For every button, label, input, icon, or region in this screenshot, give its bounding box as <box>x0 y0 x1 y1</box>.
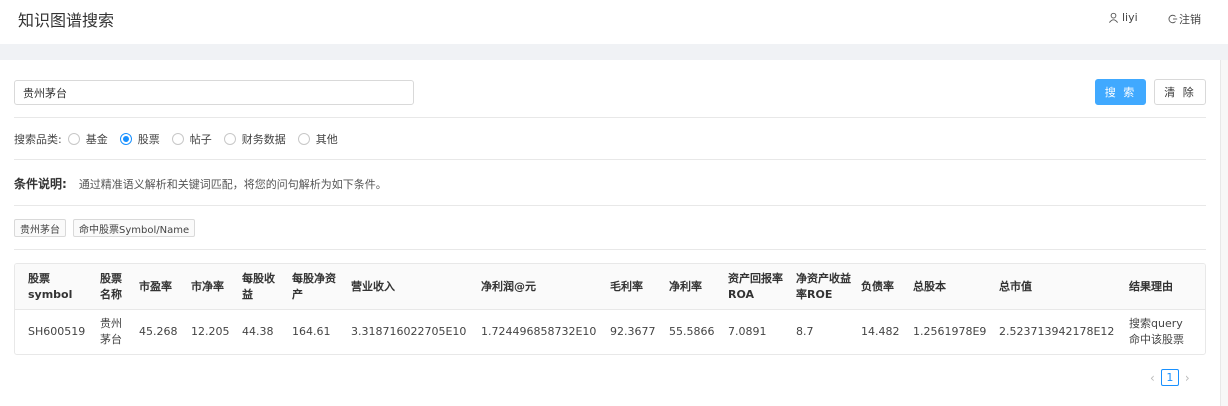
cell-roe: 8.7 <box>796 325 814 338</box>
radio-post[interactable]: 帖子 <box>171 131 212 147</box>
logout-button[interactable]: 注销 <box>1168 11 1201 27</box>
condition-tags: 贵州茅台 命中股票Symbol/Name <box>14 219 196 237</box>
prev-page-icon[interactable]: ‹ <box>1150 371 1155 385</box>
col-header-name: 股票名称 <box>100 272 122 301</box>
user-menu[interactable]: liyi <box>1108 11 1138 24</box>
divider <box>14 117 1206 118</box>
user-icon <box>1109 12 1118 23</box>
radio-stock[interactable]: 股票 <box>119 131 160 147</box>
radio-financial-data[interactable]: 财务数据 <box>223 131 286 147</box>
top-bar: 知识图谱搜索 liyi 注销 <box>0 0 1228 44</box>
condition-title: 条件说明: <box>14 177 67 191</box>
cell-name: 贵州茅台 <box>100 317 122 346</box>
col-header-total-shares: 总股本 <box>913 280 946 293</box>
user-name: liyi <box>1122 11 1138 24</box>
cell-pe: 45.268 <box>139 325 178 338</box>
radio-circle-icon <box>223 133 236 145</box>
category-label: 搜索品类: <box>14 133 62 146</box>
cell-reason: 搜索query命中该股票 <box>1129 317 1184 346</box>
col-header-market-cap: 总市值 <box>999 280 1032 293</box>
tag-stock-name: 贵州茅台 <box>14 219 66 237</box>
next-page-icon[interactable]: › <box>1185 371 1190 385</box>
page-number-current[interactable]: 1 <box>1160 369 1179 386</box>
cell-gross-margin: 92.3677 <box>610 325 656 338</box>
col-header-roe: 净资产收益率ROE <box>796 272 851 301</box>
tag-match-rule: 命中股票Symbol/Name <box>73 219 196 237</box>
divider <box>14 205 1206 206</box>
pagination: ‹ 1 › <box>1150 369 1190 386</box>
cell-symbol: SH600519 <box>28 325 86 338</box>
radio-other[interactable]: 其他 <box>297 131 338 147</box>
logout-icon <box>1168 14 1178 24</box>
radio-circle-checked-icon <box>119 133 132 145</box>
col-header-net-profit: 净利润@元 <box>481 280 536 293</box>
cell-net-profit: 1.724496858732E10 <box>481 325 597 338</box>
divider <box>14 249 1206 250</box>
col-header-reason: 结果理由 <box>1129 280 1173 293</box>
cell-pb: 12.205 <box>191 325 230 338</box>
col-header-pb: 市净率 <box>191 280 224 293</box>
col-header-pe: 市盈率 <box>139 280 172 293</box>
radio-label: 其他 <box>315 133 338 146</box>
cell-eps: 44.38 <box>242 325 274 338</box>
search-button[interactable]: 搜 索 <box>1095 79 1146 105</box>
col-header-eps: 每股收益 <box>242 272 275 301</box>
cell-total-shares: 1.2561978E9 <box>913 325 987 338</box>
condition-description: 条件说明: 通过精准语义解析和关键词匹配，将您的问句解析为如下条件。 <box>14 175 387 192</box>
col-header-revenue: 营业收入 <box>351 280 395 293</box>
divider <box>14 159 1206 160</box>
radio-label: 股票 <box>137 133 160 146</box>
condition-text: 通过精准语义解析和关键词匹配，将您的问句解析为如下条件。 <box>78 177 387 191</box>
col-header-gross-margin: 毛利率 <box>610 280 643 293</box>
radio-label: 财务数据 <box>241 133 286 146</box>
col-header-debt-ratio: 负债率 <box>861 280 894 293</box>
col-header-roa: 资产回报率ROA <box>728 272 783 301</box>
cell-market-cap: 2.523713942178E12 <box>999 325 1115 338</box>
table-header: 股票symbol 股票名称 市盈率 市净率 每股收益 每股净资产 营业收入 净利… <box>15 264 1205 310</box>
search-input[interactable] <box>14 80 414 105</box>
radio-label: 基金 <box>85 133 108 146</box>
radio-circle-icon <box>67 133 80 145</box>
category-radio-group: 搜索品类: 基金 股票 帖子 财务数据 其他 <box>14 131 350 147</box>
radio-label: 帖子 <box>189 133 212 146</box>
cell-roa: 7.0891 <box>728 325 767 338</box>
radio-circle-icon <box>297 133 310 145</box>
col-header-bvps: 每股净资产 <box>292 272 336 301</box>
cell-bvps: 164.61 <box>292 325 331 338</box>
logout-label: 注销 <box>1179 13 1201 26</box>
radio-circle-icon <box>171 133 184 145</box>
cell-net-margin: 55.5866 <box>669 325 715 338</box>
vertical-scrollbar[interactable] <box>1220 60 1228 406</box>
col-header-net-margin: 净利率 <box>669 280 702 293</box>
cell-revenue: 3.318716022705E10 <box>351 325 467 338</box>
col-header-symbol: 股票symbol <box>28 272 73 301</box>
cell-debt-ratio: 14.482 <box>861 325 900 338</box>
app-title: 知识图谱搜索 <box>18 11 115 30</box>
results-table: 股票symbol 股票名称 市盈率 市净率 每股收益 每股净资产 营业收入 净利… <box>14 263 1206 355</box>
radio-fund[interactable]: 基金 <box>67 131 108 147</box>
clear-button[interactable]: 清 除 <box>1154 79 1206 105</box>
